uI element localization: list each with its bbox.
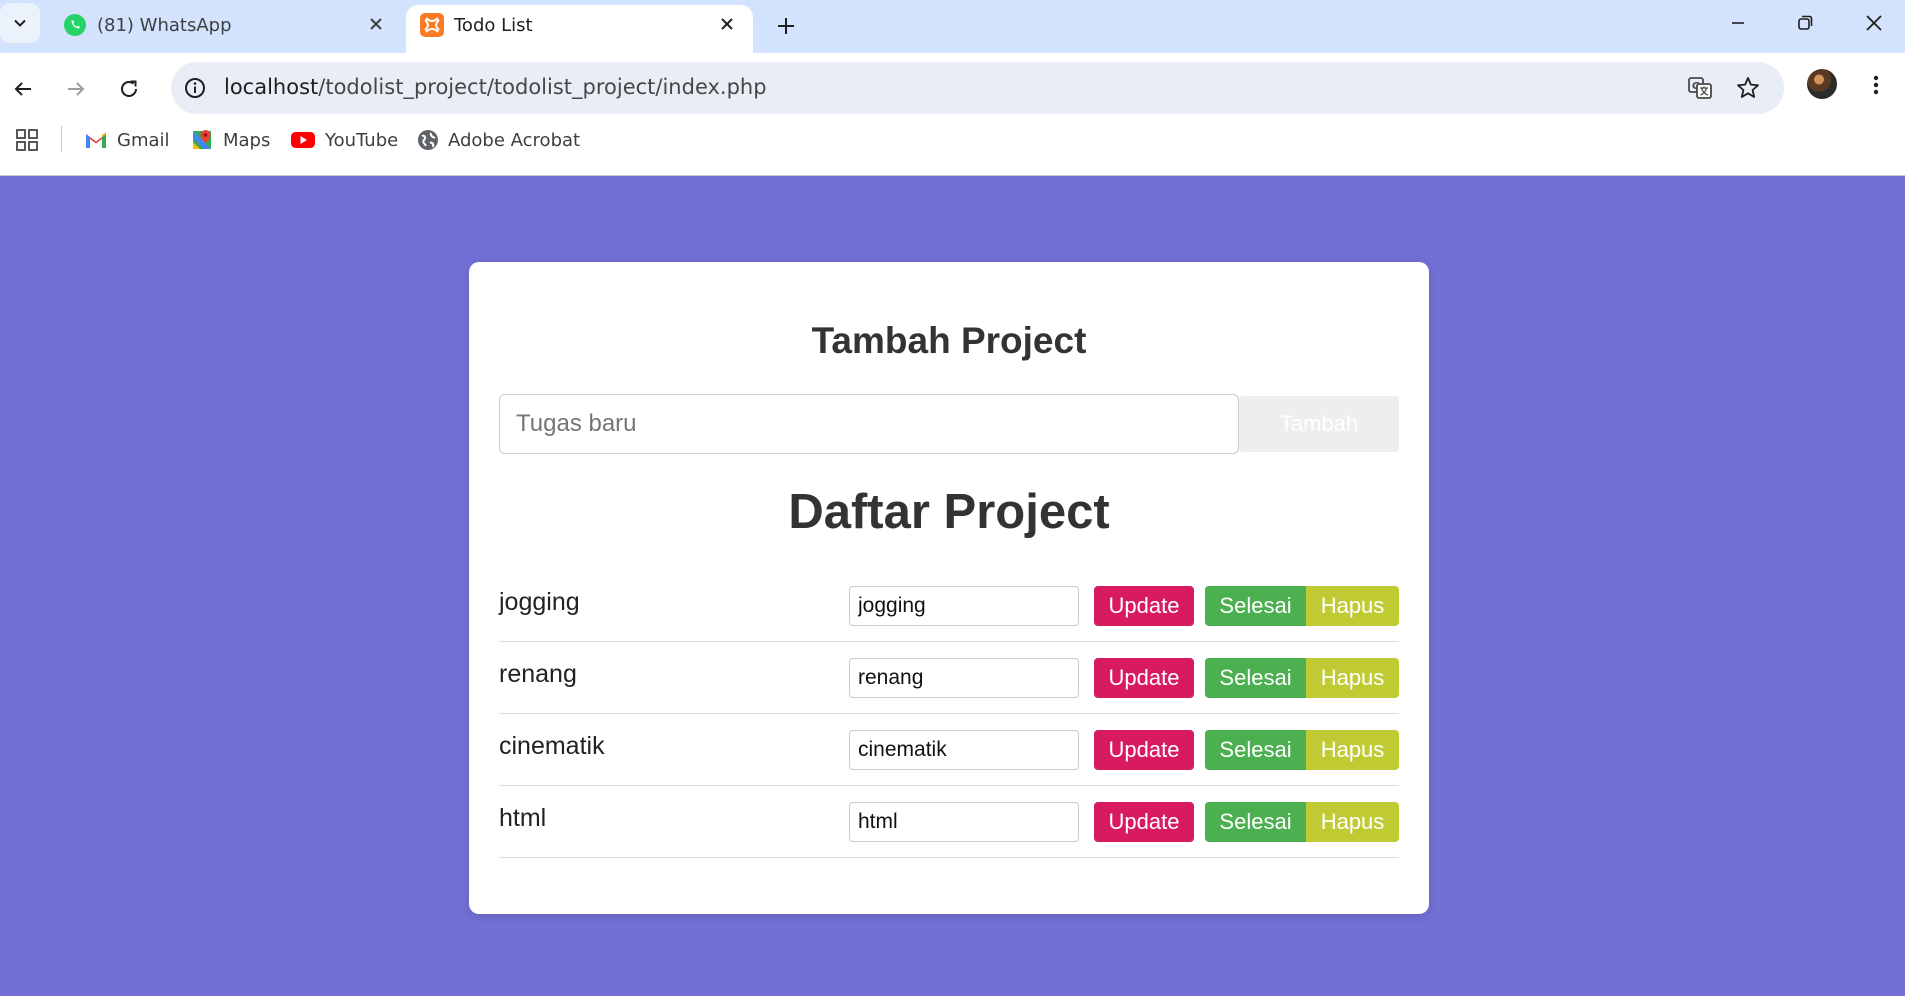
close-window-button[interactable]: [1854, 8, 1894, 38]
chevron-down-icon: [14, 19, 26, 27]
done-button[interactable]: Selesai: [1205, 730, 1306, 770]
bookmark-label: Maps: [223, 129, 271, 151]
delete-button[interactable]: Hapus: [1306, 730, 1399, 770]
todo-card: Tambah Project Tambah Daftar Project jog…: [469, 262, 1429, 914]
arrow-right-icon: [68, 82, 85, 96]
update-button[interactable]: Update: [1094, 586, 1194, 626]
profile-avatar[interactable]: [1807, 69, 1837, 99]
project-edit-input[interactable]: [849, 730, 1079, 770]
url-text[interactable]: localhost/todolist_project/todolist_proj…: [224, 75, 767, 99]
bookmark-label: YouTube: [325, 129, 399, 151]
whatsapp-icon: [64, 14, 86, 36]
more-menu-icon[interactable]: [1862, 71, 1890, 99]
url-path: /todolist_project/todolist_project/index…: [318, 75, 767, 99]
project-name: cinematik: [499, 732, 605, 760]
update-button[interactable]: Update: [1094, 730, 1194, 770]
minimize-button[interactable]: [1718, 8, 1758, 38]
add-project-heading: Tambah Project: [811, 320, 1087, 361]
add-button[interactable]: Tambah: [1239, 396, 1399, 452]
maps-icon: [193, 130, 211, 149]
project-row: jogging Update Selesai Hapus: [499, 570, 1399, 642]
delete-button[interactable]: Hapus: [1306, 802, 1399, 842]
bookmarks-separator: [61, 126, 62, 152]
done-button[interactable]: Selesai: [1205, 586, 1306, 626]
project-edit-input[interactable]: [849, 802, 1079, 842]
bookmark-maps[interactable]: Maps: [190, 120, 270, 160]
bookmark-star-icon[interactable]: [1734, 74, 1762, 102]
gmail-icon: [86, 132, 106, 148]
tab-title: (81) WhatsApp: [97, 15, 232, 36]
delete-button[interactable]: Hapus: [1306, 658, 1399, 698]
translate-icon[interactable]: G: [1686, 74, 1714, 102]
reload-button[interactable]: [111, 71, 147, 107]
tab-strip: (81) WhatsApp Todo List: [0, 0, 1905, 53]
back-button[interactable]: [5, 71, 41, 107]
minimize-icon: [1732, 22, 1744, 24]
tab-todo-list[interactable]: Todo List: [406, 5, 753, 53]
update-button[interactable]: Update: [1094, 658, 1194, 698]
project-row: renang Update Selesai Hapus: [499, 642, 1399, 714]
toolbar-divider: [0, 175, 1905, 176]
new-tab-icon[interactable]: [770, 10, 802, 42]
youtube-icon: [291, 132, 315, 148]
globe-icon: [418, 130, 438, 150]
apps-button[interactable]: [16, 120, 47, 160]
bookmark-gmail[interactable]: Gmail: [84, 120, 170, 160]
project-name: jogging: [499, 588, 580, 616]
project-row: cinematik Update Selesai Hapus: [499, 714, 1399, 786]
done-button[interactable]: Selesai: [1205, 802, 1306, 842]
bookmarks-bar: Gmail Maps YouTube Adobe Acrobat: [0, 120, 1905, 160]
tab-search-button[interactable]: [0, 3, 40, 43]
delete-button[interactable]: Hapus: [1306, 586, 1399, 626]
address-bar[interactable]: localhost/todolist_project/todolist_proj…: [171, 62, 1784, 114]
restore-button[interactable]: [1785, 8, 1825, 38]
apps-grid-icon: [16, 129, 38, 151]
update-button[interactable]: Update: [1094, 802, 1194, 842]
project-list-heading: Daftar Project: [788, 485, 1110, 539]
project-name: html: [499, 804, 547, 832]
project-edit-input[interactable]: [849, 658, 1079, 698]
project-edit-input[interactable]: [849, 586, 1079, 626]
bookmark-adobe-acrobat[interactable]: Adobe Acrobat: [417, 120, 580, 160]
bookmark-label: Adobe Acrobat: [448, 129, 581, 151]
close-icon[interactable]: [715, 12, 739, 36]
xampp-icon: [420, 13, 444, 37]
tab-whatsapp[interactable]: (81) WhatsApp: [49, 5, 402, 53]
forward-button[interactable]: [58, 71, 94, 107]
project-row: html Update Selesai Hapus: [499, 786, 1399, 858]
close-icon[interactable]: [364, 12, 388, 36]
close-icon: [1866, 15, 1882, 31]
site-info-icon[interactable]: [181, 74, 209, 102]
project-name: renang: [499, 660, 577, 688]
url-host: localhost: [224, 75, 319, 99]
tab-title: Todo List: [454, 15, 533, 36]
bookmark-label: Gmail: [117, 129, 170, 151]
bookmark-youtube[interactable]: YouTube: [290, 120, 398, 160]
new-task-input[interactable]: [499, 394, 1239, 454]
reload-icon: [121, 80, 137, 97]
done-button[interactable]: Selesai: [1205, 658, 1306, 698]
arrow-left-icon: [14, 82, 31, 96]
restore-icon: [1798, 15, 1813, 30]
